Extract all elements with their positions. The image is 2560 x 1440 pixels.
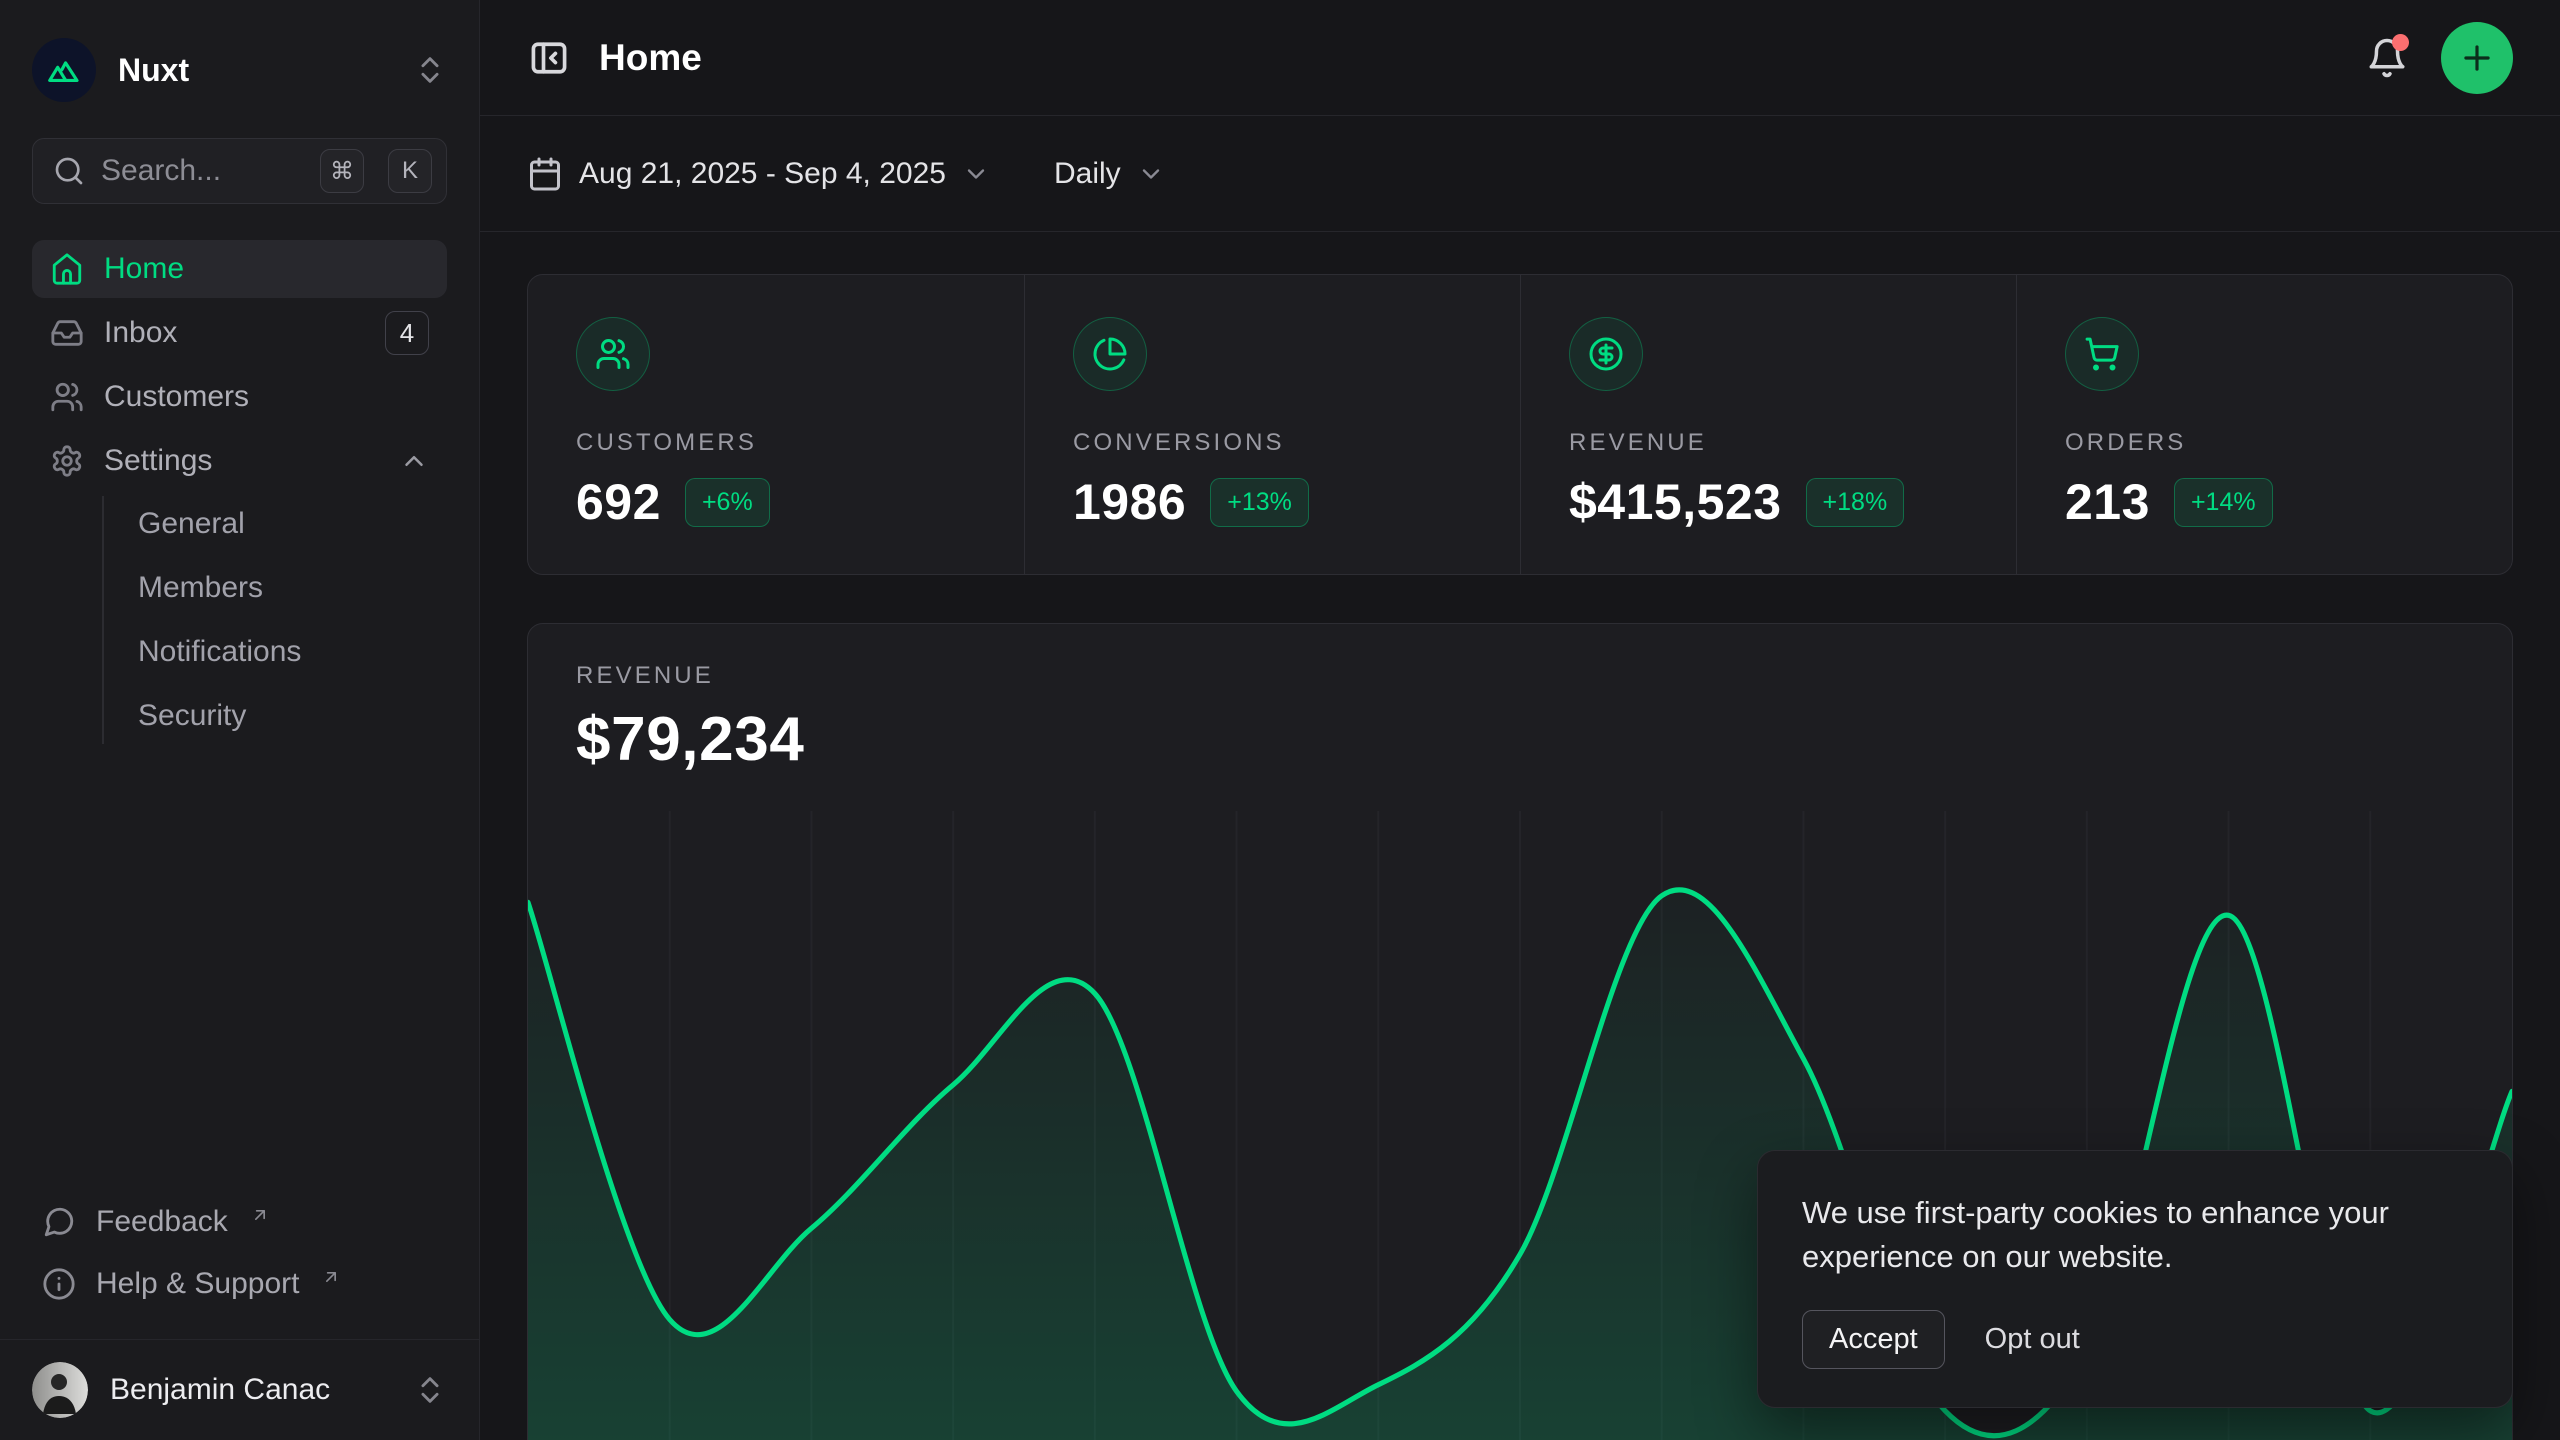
kbd-k: K xyxy=(388,149,432,193)
stats-row: CUSTOMERS 692 +6% CONVERSIONS 1986 +13% xyxy=(527,274,2513,575)
sidebar: Nuxt ⌘ K Home Inb xyxy=(0,0,480,1440)
filters-toolbar: Aug 21, 2025 - Sep 4, 2025 Daily xyxy=(480,116,2560,232)
sidebar-footer: Feedback Help & Support xyxy=(0,1191,479,1339)
revenue-chart-value: $79,234 xyxy=(576,704,2464,775)
stat-value: 692 xyxy=(576,473,661,531)
stat-value: 213 xyxy=(2065,473,2150,531)
stat-delta-badge: +6% xyxy=(685,478,770,527)
period-label: Daily xyxy=(1054,157,1121,191)
cookie-banner: We use first-party cookies to enhance yo… xyxy=(1757,1150,2513,1408)
add-button[interactable] xyxy=(2441,22,2513,94)
stat-conversions[interactable]: CONVERSIONS 1986 +13% xyxy=(1024,275,1520,574)
shopping-cart-icon xyxy=(2065,317,2139,391)
help-support-link[interactable]: Help & Support xyxy=(32,1253,447,1315)
sidebar-subitem-general[interactable]: General xyxy=(104,496,447,552)
sidebar-subitem-notifications[interactable]: Notifications xyxy=(104,624,447,680)
chevron-up-icon xyxy=(399,446,429,476)
sidebar-item-label: Settings xyxy=(104,444,212,478)
sidebar-subitem-members[interactable]: Members xyxy=(104,560,447,616)
revenue-chart-header: REVENUE $79,234 xyxy=(528,624,2512,775)
stat-orders[interactable]: ORDERS 213 +14% xyxy=(2016,275,2512,574)
stat-revenue[interactable]: REVENUE $415,523 +18% xyxy=(1520,275,2016,574)
sidebar-item-inbox[interactable]: Inbox 4 xyxy=(32,304,447,362)
sidebar-item-label: Customers xyxy=(104,380,249,414)
stat-delta-badge: +14% xyxy=(2174,478,2273,527)
help-support-label: Help & Support xyxy=(96,1267,299,1301)
revenue-chart-label: REVENUE xyxy=(576,662,2464,690)
avatar xyxy=(32,1362,88,1418)
date-range-picker[interactable]: Aug 21, 2025 - Sep 4, 2025 xyxy=(527,156,990,192)
search-icon xyxy=(53,155,85,187)
stat-label: CUSTOMERS xyxy=(576,429,976,457)
sidebar-item-label: Home xyxy=(104,252,184,286)
page-title: Home xyxy=(599,37,702,79)
circle-dollar-icon xyxy=(1569,317,1643,391)
period-select[interactable]: Daily xyxy=(1054,157,1165,191)
date-range-label: Aug 21, 2025 - Sep 4, 2025 xyxy=(579,157,946,191)
accept-button[interactable]: Accept xyxy=(1802,1310,1945,1369)
sidebar-item-label: Inbox xyxy=(104,316,177,350)
feedback-link[interactable]: Feedback xyxy=(32,1191,447,1253)
chart-pie-icon xyxy=(1073,317,1147,391)
sidebar-item-customers[interactable]: Customers xyxy=(32,368,447,426)
page-header: Home xyxy=(480,0,2560,116)
notification-dot xyxy=(2392,34,2409,51)
sidebar-item-settings[interactable]: Settings xyxy=(32,432,447,490)
plus-icon xyxy=(2458,39,2496,77)
home-icon xyxy=(50,252,84,286)
arrow-up-right-icon xyxy=(250,1205,270,1225)
users-icon xyxy=(50,380,84,414)
sidebar-item-home[interactable]: Home xyxy=(32,240,447,298)
stat-value: 1986 xyxy=(1073,473,1186,531)
subitem-label: Members xyxy=(138,571,263,605)
chevrons-up-down-icon xyxy=(413,53,447,87)
stat-label: REVENUE xyxy=(1569,429,1968,457)
cookie-message: We use first-party cookies to enhance yo… xyxy=(1802,1191,2452,1280)
message-circle-icon xyxy=(42,1205,76,1239)
user-menu[interactable]: Benjamin Canac xyxy=(0,1339,479,1440)
app-root: Nuxt ⌘ K Home Inb xyxy=(0,0,2560,1440)
inbox-count-badge: 4 xyxy=(385,311,429,355)
users-icon xyxy=(576,317,650,391)
cookie-actions: Accept Opt out xyxy=(1802,1310,2468,1369)
chevron-down-icon xyxy=(1137,160,1165,188)
kbd-cmd: ⌘ xyxy=(320,149,364,193)
calendar-icon xyxy=(527,156,563,192)
settings-subnav: General Members Notifications Security xyxy=(102,496,447,744)
chevrons-up-down-icon xyxy=(413,1373,447,1407)
sidebar-subitem-security[interactable]: Security xyxy=(104,688,447,744)
stat-value: $415,523 xyxy=(1569,473,1782,531)
inbox-icon xyxy=(50,316,84,350)
gear-icon xyxy=(50,444,84,478)
notifications-button[interactable] xyxy=(2363,34,2411,82)
info-circle-icon xyxy=(42,1267,76,1301)
stat-customers[interactable]: CUSTOMERS 692 +6% xyxy=(528,275,1024,574)
feedback-label: Feedback xyxy=(96,1205,228,1239)
search-input-wrap[interactable]: ⌘ K xyxy=(32,138,447,204)
stat-label: CONVERSIONS xyxy=(1073,429,1472,457)
subitem-label: Security xyxy=(138,699,246,733)
arrow-up-right-icon xyxy=(321,1267,341,1287)
sidebar-nav: Home Inbox 4 Customers Settings xyxy=(0,240,479,1191)
stat-label: ORDERS xyxy=(2065,429,2464,457)
workspace-name: Nuxt xyxy=(118,52,189,89)
header-actions xyxy=(2363,22,2513,94)
subitem-label: Notifications xyxy=(138,635,301,669)
workspace-selector[interactable]: Nuxt xyxy=(0,28,479,112)
chevron-down-icon xyxy=(962,160,990,188)
user-name: Benjamin Canac xyxy=(110,1373,330,1407)
nuxt-logo-icon xyxy=(32,38,96,102)
opt-out-button[interactable]: Opt out xyxy=(1985,1323,2080,1356)
search-input[interactable] xyxy=(101,154,304,188)
stat-delta-badge: +18% xyxy=(1806,478,1905,527)
stat-delta-badge: +13% xyxy=(1210,478,1309,527)
subitem-label: General xyxy=(138,507,245,541)
panel-left-close-icon[interactable] xyxy=(527,36,571,80)
